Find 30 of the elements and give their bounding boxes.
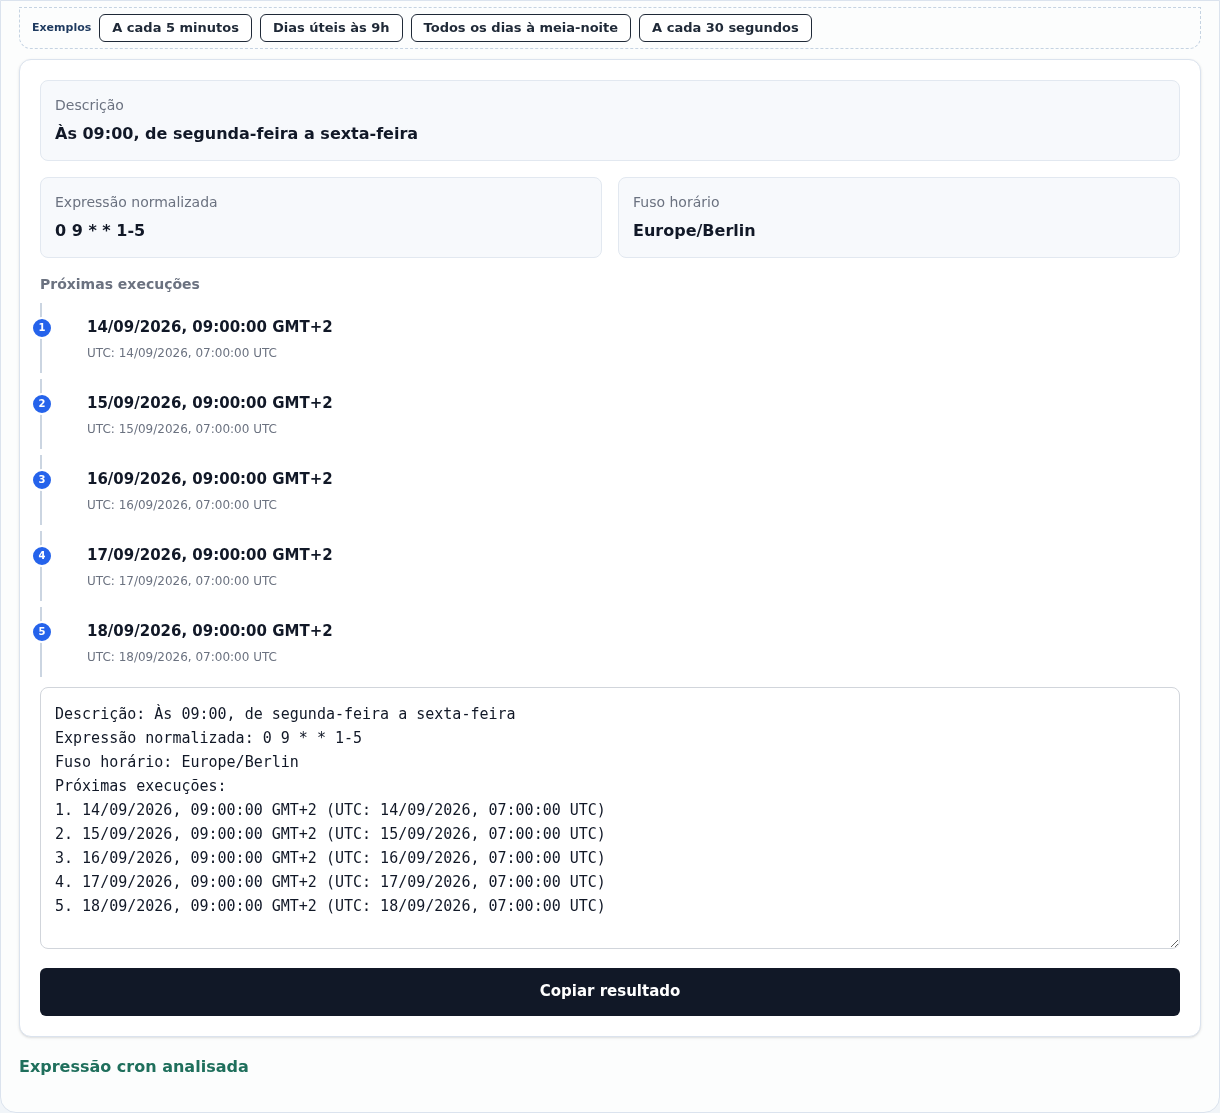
run-utc: UTC: 15/09/2026, 07:00:00 UTC: [87, 421, 278, 438]
step-badge: 2: [31, 392, 53, 415]
step-badge: 4: [31, 544, 53, 567]
run-utc: UTC: 14/09/2026, 07:00:00 UTC: [87, 345, 278, 362]
field-value: Às 09:00, de segunda-feira a sexta-feira: [55, 122, 420, 145]
section-title: Próximas execuções: [40, 274, 201, 294]
field-value: Europe/Berlin: [633, 219, 757, 242]
run-time: 14/09/2026, 09:00:00 GMT+2: [87, 316, 333, 338]
field-label: Descrição: [55, 95, 125, 115]
field-value: 0 9 * * 1-5: [55, 219, 147, 242]
example-button[interactable]: Todos os dias à meia-noite: [410, 14, 632, 42]
step-badge: 5: [31, 620, 53, 643]
status-message: Expressão cron analisada: [19, 1055, 250, 1078]
example-button[interactable]: A cada 5 minutos: [99, 14, 252, 42]
examples-label: Exemplos: [32, 19, 92, 36]
run-time: 17/09/2026, 09:00:00 GMT+2: [87, 544, 333, 566]
run-time: 15/09/2026, 09:00:00 GMT+2: [87, 392, 333, 414]
run-utc: UTC: 18/09/2026, 07:00:00 UTC: [87, 649, 278, 666]
run-utc: UTC: 16/09/2026, 07:00:00 UTC: [87, 497, 278, 514]
field-label: Expressão normalizada: [55, 192, 219, 212]
output-textarea[interactable]: Descrição: Às 09:00, de segunda-feira a sexta-feira Expressão normalizada: 0 9 * * 1-5 Fuso horário: Europe/Berlin Próximas execuções: 1. 14/09/2026, 09:00:00 GMT+2 (UTC: 14/09/2026, 07:00:00 UTC) 2. 15/09/2026, 09:00:00 GMT+2 (UTC: 15/09/2026, 07:00:00 UTC) 3. 16/09/2026, 09:00:00 GMT+2 (UTC: 16/09/2026, 07:00:00 UTC) 4. 17/09/2026, 09:00:00 GMT+2 (UTC: 17/09/2026, 07:00:00 UTC) 5. 18/09/2026, 09:00:00 GMT+2 (UTC: 18/09/2026, 07:00:00 UTC): [40, 686, 1180, 949]
copy-button[interactable]: Copiar resultado: [40, 967, 1180, 1016]
field-label: Fuso horário: [633, 192, 721, 212]
step-badge: 1: [31, 316, 53, 339]
run-time: 16/09/2026, 09:00:00 GMT+2: [87, 468, 333, 490]
example-button[interactable]: A cada 30 segundos: [639, 14, 812, 42]
run-utc: UTC: 17/09/2026, 07:00:00 UTC: [87, 573, 278, 590]
step-badge: 3: [31, 468, 53, 491]
run-time: 18/09/2026, 09:00:00 GMT+2: [87, 620, 333, 642]
example-button[interactable]: Dias úteis às 9h: [259, 14, 403, 42]
